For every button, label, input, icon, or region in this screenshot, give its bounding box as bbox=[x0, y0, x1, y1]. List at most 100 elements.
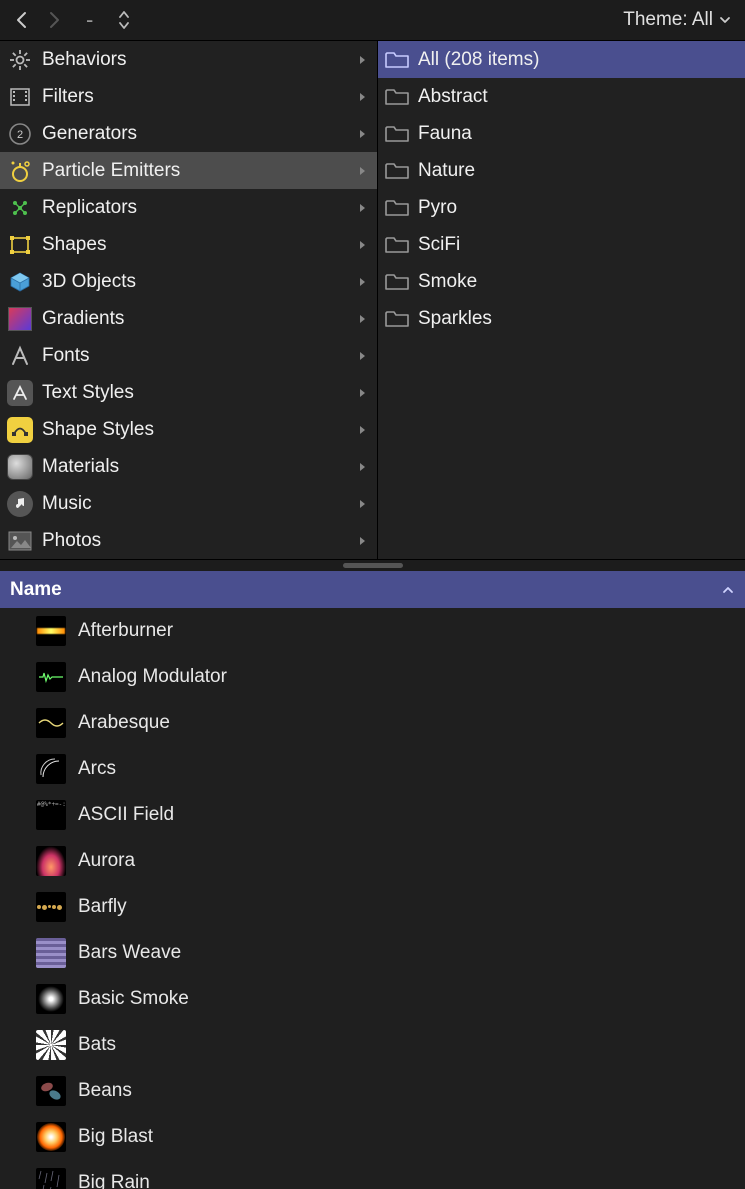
path-stepper[interactable] bbox=[111, 9, 137, 31]
folder-label: Pyro bbox=[418, 197, 457, 219]
category-pane[interactable]: Behaviors Filters 2GeneratorsParticle Emit… bbox=[0, 41, 378, 559]
folder-nature[interactable]: Nature bbox=[378, 152, 745, 189]
browser-panes: Behaviors Filters 2GeneratorsParticle Emit… bbox=[0, 40, 745, 560]
folder-pane[interactable]: All (208 items) Abstract FaunaNature Pyro Sc… bbox=[378, 41, 745, 559]
item-thumbnail bbox=[36, 1168, 66, 1189]
folder-smoke[interactable]: Smoke bbox=[378, 263, 745, 300]
category-text-styles[interactable]: Text Styles bbox=[0, 374, 377, 411]
item-thumbnail bbox=[36, 754, 66, 784]
item-label: Bars Weave bbox=[78, 942, 181, 964]
list-item[interactable]: Aurora bbox=[0, 838, 745, 884]
particle-icon bbox=[6, 157, 34, 185]
item-thumbnail bbox=[36, 938, 66, 968]
list-item[interactable]: Afterburner bbox=[0, 608, 745, 654]
forward-button[interactable] bbox=[40, 6, 68, 34]
list-item[interactable]: Barfly bbox=[0, 884, 745, 930]
item-thumbnail bbox=[36, 1030, 66, 1060]
chevron-right-icon bbox=[358, 202, 367, 214]
generator-icon: 2 bbox=[6, 120, 34, 148]
category-behaviors[interactable]: Behaviors bbox=[0, 41, 377, 78]
list-item[interactable]: Bats bbox=[0, 1022, 745, 1068]
list-item[interactable]: Arcs bbox=[0, 746, 745, 792]
category-shape-styles[interactable]: Shape Styles bbox=[0, 411, 377, 448]
toolbar: - Theme: All bbox=[0, 0, 745, 40]
category-label: Music bbox=[42, 493, 358, 515]
font-icon bbox=[6, 342, 34, 370]
item-thumbnail bbox=[36, 1122, 66, 1152]
list-item[interactable]: Bars Weave bbox=[0, 930, 745, 976]
folder-abstract[interactable]: Abstract bbox=[378, 78, 745, 115]
item-label: Basic Smoke bbox=[78, 988, 189, 1010]
category-label: Shape Styles bbox=[42, 419, 358, 441]
item-thumbnail: #@%*+=-:.#@%*+=-:.#@%* bbox=[36, 800, 66, 830]
shape-icon bbox=[6, 231, 34, 259]
category-shapes[interactable]: Shapes bbox=[0, 226, 377, 263]
folder-icon bbox=[384, 234, 410, 256]
item-list[interactable]: Afterburner Analog Modulator Arabesque Arcs… bbox=[0, 608, 745, 1189]
list-item[interactable]: Big Blast bbox=[0, 1114, 745, 1160]
path-display: - bbox=[72, 7, 107, 33]
list-header[interactable]: Name bbox=[0, 571, 745, 608]
chevron-right-icon bbox=[358, 128, 367, 140]
item-thumbnail bbox=[36, 708, 66, 738]
chevron-right-icon bbox=[358, 239, 367, 251]
theme-selector[interactable]: Theme: All bbox=[623, 9, 737, 31]
folder-pyro[interactable]: Pyro bbox=[378, 189, 745, 226]
category-label: Behaviors bbox=[42, 49, 358, 71]
category-filters[interactable]: Filters bbox=[0, 78, 377, 115]
item-label: Arcs bbox=[78, 758, 116, 780]
chevron-down-icon bbox=[719, 16, 731, 24]
folder-icon bbox=[384, 271, 410, 293]
chevron-right-icon bbox=[358, 387, 367, 399]
list-item[interactable]: Analog Modulator bbox=[0, 654, 745, 700]
category-generators[interactable]: 2Generators bbox=[0, 115, 377, 152]
category-fonts[interactable]: Fonts bbox=[0, 337, 377, 374]
item-thumbnail bbox=[36, 984, 66, 1014]
category-label: 3D Objects bbox=[42, 271, 358, 293]
folder-all[interactable]: All (208 items) bbox=[378, 41, 745, 78]
category-gradients[interactable]: Gradients bbox=[0, 300, 377, 337]
list-item[interactable]: Arabesque bbox=[0, 700, 745, 746]
photo-icon bbox=[6, 527, 34, 555]
list-item[interactable]: Big Rain bbox=[0, 1160, 745, 1189]
category-label: Photos bbox=[42, 530, 358, 552]
chevron-right-icon bbox=[358, 54, 367, 66]
folder-label: Abstract bbox=[418, 86, 488, 108]
category-materials[interactable]: Materials bbox=[0, 448, 377, 485]
list-item[interactable]: Beans bbox=[0, 1068, 745, 1114]
item-label: Afterburner bbox=[78, 620, 173, 642]
folder-icon bbox=[384, 197, 410, 219]
list-item[interactable]: #@%*+=-:.#@%*+=-:.#@%*ASCII Field bbox=[0, 792, 745, 838]
category-3d-objects[interactable]: 3D Objects bbox=[0, 263, 377, 300]
category-particle-emitters[interactable]: Particle Emitters bbox=[0, 152, 377, 189]
chevron-right-icon bbox=[358, 313, 367, 325]
category-photos[interactable]: Photos bbox=[0, 522, 377, 559]
resize-handle-grip bbox=[343, 563, 403, 568]
category-label: Gradients bbox=[42, 308, 358, 330]
folder-icon bbox=[384, 160, 410, 182]
folder-sparkles[interactable]: Sparkles bbox=[378, 300, 745, 337]
toolbar-nav-group: - bbox=[8, 6, 137, 34]
list-item[interactable]: Basic Smoke bbox=[0, 976, 745, 1022]
folder-label: All (208 items) bbox=[418, 49, 539, 71]
textstyle-icon bbox=[6, 379, 34, 407]
replicator-icon bbox=[6, 194, 34, 222]
shapestyle-icon bbox=[6, 416, 34, 444]
gear-icon bbox=[6, 46, 34, 74]
folder-fauna[interactable]: Fauna bbox=[378, 115, 745, 152]
filmstrip-icon bbox=[6, 83, 34, 111]
category-label: Filters bbox=[42, 86, 358, 108]
chevron-right-icon bbox=[358, 424, 367, 436]
item-label: Analog Modulator bbox=[78, 666, 227, 688]
category-label: Shapes bbox=[42, 234, 358, 256]
category-replicators[interactable]: Replicators bbox=[0, 189, 377, 226]
gradient-icon bbox=[6, 305, 34, 333]
item-label: Big Blast bbox=[78, 1126, 153, 1148]
back-button[interactable] bbox=[8, 6, 36, 34]
resize-handle[interactable] bbox=[0, 560, 745, 571]
category-label: Materials bbox=[42, 456, 358, 478]
chevron-right-icon bbox=[358, 535, 367, 547]
item-thumbnail bbox=[36, 846, 66, 876]
folder-scifi[interactable]: SciFi bbox=[378, 226, 745, 263]
category-music[interactable]: Music bbox=[0, 485, 377, 522]
